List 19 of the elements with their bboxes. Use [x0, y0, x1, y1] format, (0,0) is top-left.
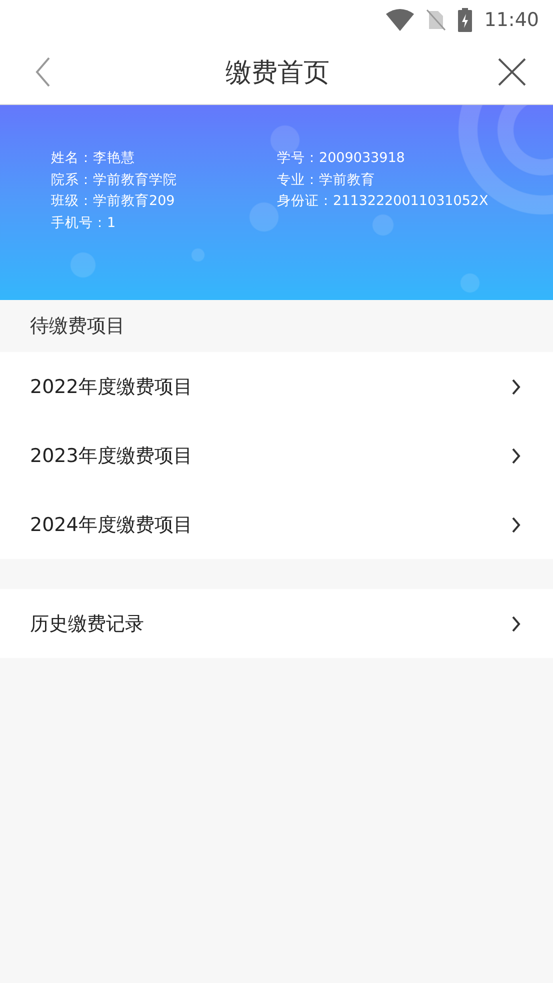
student-info-text: 身份证：21132220011031052X	[277, 192, 490, 211]
student-info-text: 姓名：李艳慧	[51, 149, 136, 168]
student-info-text: 手机号：1	[51, 214, 117, 232]
no-sim-icon	[426, 9, 446, 31]
close-icon	[498, 58, 526, 86]
battery-charging-icon	[458, 8, 472, 32]
student-info-text: 院系：学前教育学院	[51, 170, 178, 190]
page-title: 缴费首页	[226, 56, 330, 90]
back-icon	[35, 57, 51, 87]
chevron-right-icon	[511, 448, 521, 464]
chevron-right-icon	[511, 378, 521, 394]
status-time: 11:40	[484, 9, 539, 31]
wifi-icon	[386, 9, 414, 31]
chevron-right-icon	[511, 616, 521, 632]
student-info-text: 专业：学前教育	[277, 170, 376, 190]
section-title: 待缴费项目	[30, 314, 125, 339]
student-info-text: 班级：学前教育209	[51, 192, 176, 211]
chevron-right-icon	[511, 516, 521, 532]
student-info-text: 学号：2009033918	[277, 149, 406, 168]
